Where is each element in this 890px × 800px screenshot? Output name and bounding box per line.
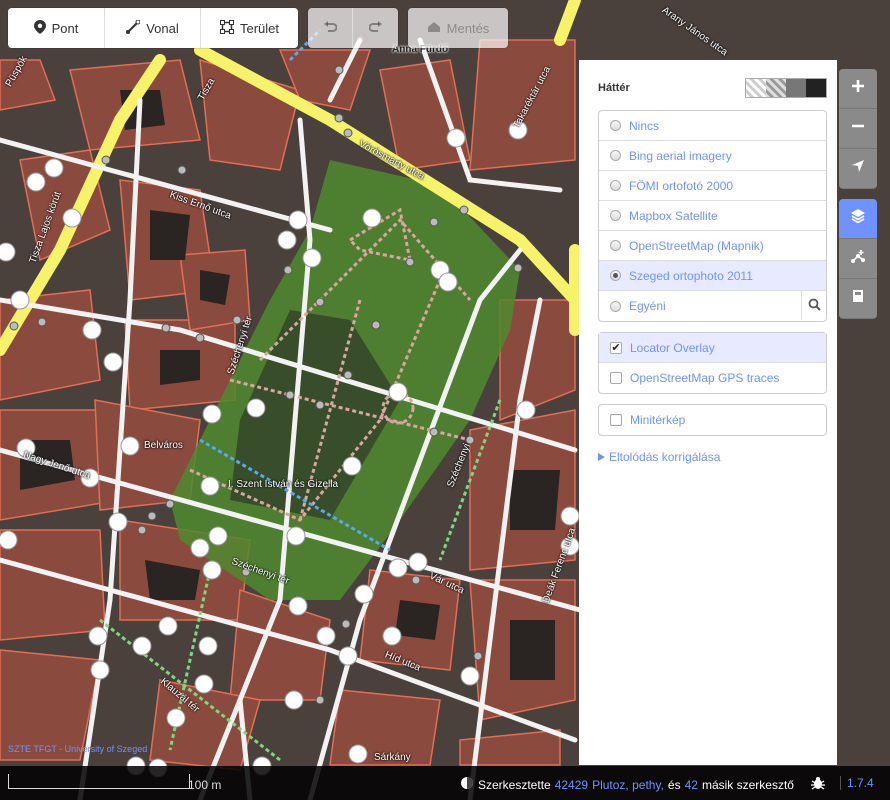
redo-icon: [368, 20, 383, 37]
minimap-option[interactable]: Minitérkép: [599, 405, 826, 435]
report-bug-button[interactable]: [810, 775, 826, 794]
background-pane: Háttér Nincs Bing aerial imagery FÖMI or…: [579, 60, 837, 765]
overlay-option-label: Locator Overlay: [630, 340, 715, 355]
undo-button[interactable]: [308, 8, 353, 48]
background-option-label: Szeged ortophoto 2011: [629, 268, 753, 283]
footer-bar: SZTE TFGT - University of Szeged 100 m S…: [0, 744, 890, 800]
save-button[interactable]: Mentés: [408, 8, 508, 48]
minimap-label: Minitérkép: [630, 413, 686, 427]
district-label: Belváros: [144, 440, 183, 451]
radio-button[interactable]: [610, 150, 621, 161]
line-icon: [126, 19, 141, 37]
area-icon: [219, 19, 234, 37]
background-source-list: Nincs Bing aerial imagery FÖMI ortofotó …: [598, 110, 827, 322]
geolocate-button[interactable]: [839, 149, 877, 189]
zoom-in-button[interactable]: [839, 69, 877, 109]
opacity-selector: [745, 78, 827, 98]
background-option-label: Mapbox Satellite: [629, 208, 718, 223]
background-settings-button[interactable]: [839, 199, 877, 239]
history-icon: [460, 776, 474, 793]
overlay-option[interactable]: OpenStreetMap GPS traces: [599, 363, 826, 393]
minus-icon: [851, 119, 865, 138]
minimap-list: Minitérkép: [598, 404, 827, 436]
background-option[interactable]: Nincs: [599, 111, 826, 141]
point-icon: [33, 19, 46, 37]
park-label: I. Szent István és Gizella: [228, 479, 339, 490]
add-area-label: Terület: [239, 20, 280, 36]
background-option-selected[interactable]: Szeged ortophoto 2011: [599, 261, 826, 291]
overlay-option-checked[interactable]: ✔ Locator Overlay: [599, 333, 826, 363]
others-count-link[interactable]: 42: [685, 778, 698, 792]
edited-by-label: Szerkesztette: [478, 777, 551, 792]
bug-icon: [810, 777, 826, 794]
search-icon: [808, 298, 821, 314]
offset-toggle[interactable]: Eltolódás korrigálása: [598, 450, 827, 464]
others-label: másik szerkesztő: [701, 777, 794, 792]
checkbox[interactable]: [610, 414, 622, 426]
add-line-button[interactable]: Vonal: [105, 8, 201, 48]
radio-button[interactable]: [610, 210, 621, 221]
map-data-button[interactable]: [839, 239, 877, 279]
opacity-option[interactable]: [746, 79, 766, 97]
add-area-button[interactable]: Terület: [201, 8, 298, 48]
save-icon: [427, 21, 441, 36]
background-option[interactable]: FÖMI ortofotó 2000: [599, 171, 826, 201]
overlay-option-label: OpenStreetMap GPS traces: [630, 371, 780, 385]
custom-source-button[interactable]: [801, 291, 826, 320]
radio-button-selected[interactable]: [610, 270, 621, 281]
undo-icon: [323, 20, 338, 37]
poi-label: Sárkány: [374, 752, 411, 763]
data-icon: [850, 248, 866, 269]
scale-label: 100 m: [188, 778, 222, 792]
opacity-option[interactable]: [806, 79, 826, 97]
users-link[interactable]: Plutoz, pethy,: [592, 778, 664, 792]
checkbox[interactable]: [610, 372, 622, 384]
imagery-attribution[interactable]: SZTE TFGT - University of Szeged: [8, 744, 147, 754]
background-option-label: Egyéni: [629, 299, 666, 313]
radio-button[interactable]: [610, 300, 621, 312]
background-option[interactable]: Bing aerial imagery: [599, 141, 826, 171]
background-option-custom[interactable]: Egyéni: [599, 291, 826, 321]
radio-button[interactable]: [610, 120, 621, 131]
redo-button[interactable]: [353, 8, 398, 48]
and-label: és: [667, 777, 681, 792]
background-option-label: OpenStreetMap (Mapnik): [629, 238, 764, 253]
draw-mode-group: Pont Vonal Terület: [8, 8, 298, 48]
save-label: Mentés: [446, 20, 490, 36]
background-title: Háttér: [598, 82, 630, 94]
edit-attribution: Szerkesztette 42429 Plutoz, pethy, és 42…: [460, 776, 794, 793]
radio-button[interactable]: [610, 240, 621, 251]
checkbox-checked[interactable]: ✔: [610, 341, 622, 354]
overlay-list: ✔ Locator Overlay OpenStreetMap GPS trac…: [598, 332, 827, 394]
map-controls: [839, 69, 877, 319]
version-link[interactable]: 1.7.4: [840, 776, 874, 790]
top-toolbar: Pont Vonal Terület Mentés: [8, 8, 518, 48]
history-group: [308, 8, 398, 48]
background-option[interactable]: Mapbox Satellite: [599, 201, 826, 231]
plus-icon: [851, 79, 865, 98]
user-count-link[interactable]: 42429: [555, 778, 588, 792]
add-point-button[interactable]: Pont: [8, 8, 105, 48]
triangle-right-icon: [598, 450, 605, 464]
layers-icon: [850, 208, 866, 229]
zoom-out-button[interactable]: [839, 109, 877, 149]
background-option[interactable]: OpenStreetMap (Mapnik): [599, 231, 826, 261]
background-option-label: Nincs: [629, 118, 660, 133]
radio-button[interactable]: [610, 180, 621, 191]
offset-label: Eltolódás korrigálása: [609, 450, 721, 464]
background-option-label: Bing aerial imagery: [629, 148, 732, 163]
help-button[interactable]: [839, 279, 877, 319]
opacity-option[interactable]: [766, 79, 786, 97]
opacity-option[interactable]: [786, 79, 806, 97]
location-arrow-icon: [851, 159, 865, 178]
book-icon: [851, 289, 865, 308]
save-group: Mentés: [408, 8, 508, 48]
background-option-label: FÖMI ortofotó 2000: [629, 178, 734, 193]
add-point-label: Pont: [51, 20, 79, 36]
background-pane-header: Háttér: [598, 78, 827, 98]
scale-bar: [8, 774, 190, 789]
add-line-label: Vonal: [146, 20, 179, 36]
